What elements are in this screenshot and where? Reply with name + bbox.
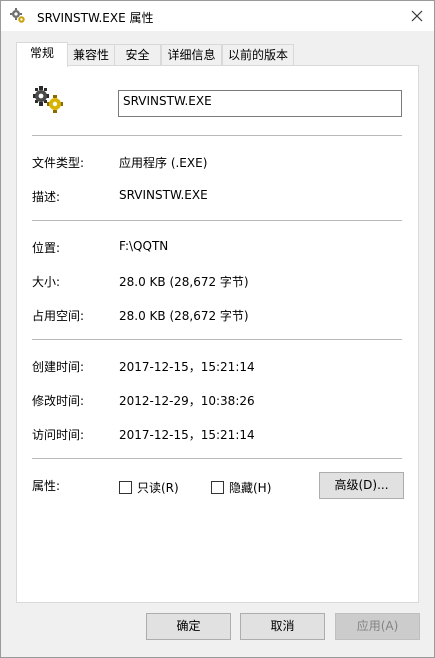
accessed-label: 访问时间:: [32, 428, 85, 442]
apply-button[interactable]: 应用(A): [335, 613, 420, 640]
location-label: 位置:: [32, 241, 61, 255]
close-icon: [411, 10, 423, 22]
size-value: 28.0 KB (28,672 字节): [119, 275, 249, 289]
created-label: 创建时间:: [32, 360, 85, 374]
modified-label: 修改时间:: [32, 394, 85, 408]
separator: [32, 135, 402, 136]
ok-button[interactable]: 确定: [146, 613, 231, 640]
size-label: 大小:: [32, 275, 61, 289]
properties-window: SRVINSTW.EXE 属性 常规 兼容性 安全 详细信息 以前的版本 SRV…: [0, 0, 435, 658]
modified-value: 2012-12-29，10:38:26: [119, 394, 255, 408]
tab-security[interactable]: 安全: [114, 44, 161, 65]
location-value: F:\QQTN: [119, 239, 169, 253]
tab-previous-versions[interactable]: 以前的版本: [222, 44, 294, 65]
app-gear-icon: [10, 8, 25, 23]
readonly-label: 只读(R): [137, 481, 179, 495]
accessed-value: 2017-12-15，15:21:14: [119, 428, 255, 442]
checkbox-box[interactable]: [211, 481, 224, 494]
created-value: 2017-12-15，15:21:14: [119, 360, 255, 374]
separator: [32, 220, 402, 221]
separator: [32, 458, 402, 459]
close-button[interactable]: [400, 1, 434, 31]
size-on-disk-value: 28.0 KB (28,672 字节): [119, 309, 249, 323]
title-bar[interactable]: SRVINSTW.EXE 属性: [1, 1, 434, 31]
file-type-label: 文件类型:: [32, 156, 85, 170]
executable-gears-icon: [33, 86, 63, 113]
checkbox-box[interactable]: [119, 481, 132, 494]
file-name-field[interactable]: SRVINSTW.EXE: [118, 90, 402, 117]
attributes-label: 属性:: [32, 479, 61, 493]
general-tab-panel: SRVINSTW.EXE 文件类型: 应用程序 (.EXE) 描述: SRVIN…: [16, 65, 419, 603]
cancel-button[interactable]: 取消: [240, 613, 325, 640]
tab-compatibility[interactable]: 兼容性: [67, 44, 115, 65]
description-value: SRVINSTW.EXE: [119, 188, 208, 202]
hidden-label: 隐藏(H): [229, 481, 272, 495]
advanced-button[interactable]: 高级(D)...: [319, 472, 404, 499]
size-on-disk-label: 占用空间:: [32, 309, 85, 323]
file-type-value: 应用程序 (.EXE): [119, 156, 208, 170]
separator: [32, 339, 402, 340]
tab-details[interactable]: 详细信息: [161, 44, 222, 65]
readonly-checkbox[interactable]: 只读(R): [119, 479, 179, 496]
tab-general[interactable]: 常规: [16, 42, 68, 67]
window-title: SRVINSTW.EXE 属性: [37, 11, 154, 25]
description-label: 描述:: [32, 190, 61, 204]
hidden-checkbox[interactable]: 隐藏(H): [211, 479, 271, 496]
